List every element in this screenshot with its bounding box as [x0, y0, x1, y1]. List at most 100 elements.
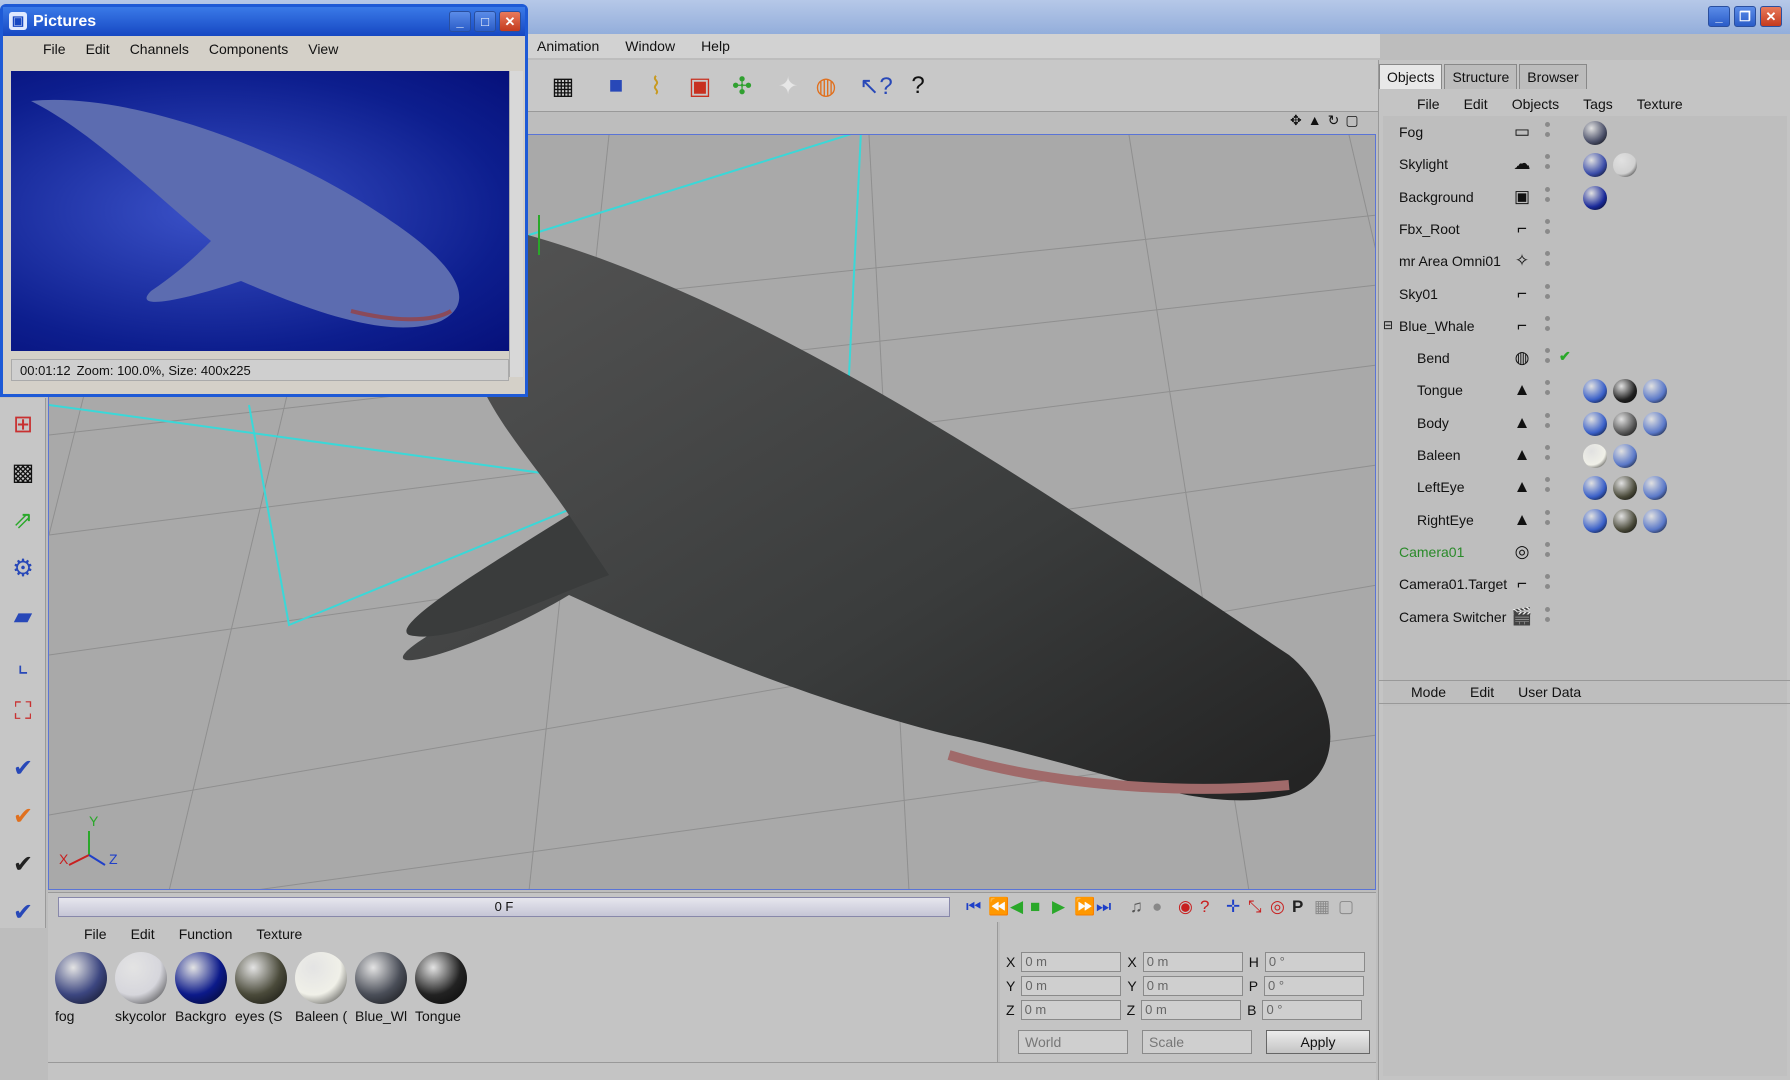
mm-edit-menu[interactable]: Edit — [131, 926, 155, 942]
play-icon[interactable]: ▶ — [1052, 897, 1065, 917]
pic-view-menu[interactable]: View — [308, 41, 338, 57]
rotation-field[interactable]: 0 ° — [1262, 1000, 1363, 1020]
goto-end-icon[interactable]: ⏭ — [1096, 897, 1111, 917]
help-icon[interactable]: ? — [900, 68, 936, 104]
pic-file-menu[interactable]: File — [43, 41, 66, 57]
sound-icon[interactable]: ♫ — [1130, 897, 1143, 917]
texture-tag-icon[interactable] — [1583, 153, 1607, 178]
om-tags-menu[interactable]: Tags — [1583, 96, 1613, 112]
texture-tag-icon[interactable] — [1613, 153, 1637, 178]
texture-tag-icon[interactable] — [1583, 444, 1607, 468]
workplane-icon[interactable]: ✔ — [5, 894, 41, 930]
am-mode-menu[interactable]: Mode — [1411, 684, 1446, 700]
tab-browser[interactable]: Browser — [1519, 64, 1587, 89]
apply-button[interactable]: Apply — [1266, 1030, 1370, 1054]
autokey-icon[interactable]: ◉ — [1178, 897, 1193, 917]
menu-animation[interactable]: Animation — [537, 38, 599, 54]
om-texture-menu[interactable]: Texture — [1637, 96, 1683, 112]
pic-edit-menu[interactable]: Edit — [86, 41, 110, 57]
visibility-dots[interactable] — [1545, 380, 1551, 400]
rotation-field[interactable]: 0 ° — [1264, 976, 1365, 996]
pictures-window[interactable]: ▣ Pictures _ □ ✕ File Edit Channels Comp… — [0, 4, 528, 397]
position-field[interactable]: 0 m — [1021, 976, 1122, 996]
render-settings-icon[interactable]: ▦ — [545, 68, 581, 104]
zoom-view-icon[interactable]: ▲ — [1308, 112, 1322, 134]
stop-icon[interactable]: ■ — [1030, 897, 1040, 917]
texture-tag-icon[interactable] — [1613, 508, 1637, 533]
deformer-icon[interactable]: ◍ — [808, 68, 844, 104]
visibility-dots[interactable] — [1545, 606, 1551, 627]
object-row[interactable]: Fog ▭ — [1383, 118, 1783, 146]
collapse-icon[interactable]: ⊟ — [1383, 318, 1393, 332]
object-row[interactable]: Body ▲ — [1383, 409, 1783, 437]
visibility-dots[interactable] — [1545, 218, 1551, 239]
move-view-icon[interactable]: ✥ — [1290, 112, 1302, 134]
restore-icon[interactable]: ❐ — [1734, 6, 1756, 27]
rotation-field[interactable]: 0 ° — [1264, 952, 1365, 972]
pictures-maximize-icon[interactable]: □ — [474, 11, 496, 32]
model-mode-icon[interactable]: ⊞ — [5, 406, 41, 442]
pla-key-icon[interactable]: ▦ — [1314, 897, 1330, 917]
material-item[interactable]: skycolor — [112, 952, 170, 1024]
visibility-dots[interactable] — [1545, 315, 1551, 336]
texture-tag-icon[interactable] — [1583, 379, 1607, 404]
array-icon[interactable]: ✣ — [724, 68, 760, 104]
mm-file-menu[interactable]: File — [84, 926, 107, 942]
material-item[interactable]: eyes (S — [232, 952, 290, 1024]
position-field[interactable]: 0 m — [1020, 1000, 1121, 1020]
cube-icon[interactable]: ■ — [598, 68, 634, 104]
texture-tag-icon[interactable] — [1583, 121, 1607, 145]
key-help-icon[interactable]: ? — [1200, 897, 1209, 917]
material-item[interactable]: Blue_Wl — [352, 952, 410, 1024]
points-mode-icon[interactable]: ⚙ — [5, 550, 41, 586]
object-row[interactable]: Baleen ▲ — [1383, 441, 1783, 469]
texture-tag-icon[interactable] — [1613, 444, 1637, 468]
am-userdata-menu[interactable]: User Data — [1518, 684, 1581, 700]
object-axis-icon[interactable]: ✔ — [5, 798, 41, 834]
visibility-dots[interactable] — [1545, 574, 1551, 594]
rotate-key-icon[interactable]: ◎ — [1270, 897, 1285, 917]
menu-window[interactable]: Window — [625, 38, 675, 54]
pictures-title-bar[interactable]: ▣ Pictures _ □ ✕ — [3, 7, 525, 36]
polygons-mode-icon[interactable]: ⌞ — [5, 646, 41, 682]
object-row[interactable]: Camera01.Target ⌐ — [1383, 570, 1783, 598]
pic-components-menu[interactable]: Components — [209, 41, 288, 57]
scene-light-icon[interactable]: ✦ — [770, 68, 806, 104]
visibility-dots[interactable] — [1545, 509, 1551, 530]
texture-tag-icon[interactable] — [1643, 476, 1667, 501]
material-item[interactable]: Tongue — [412, 952, 470, 1024]
record-icon[interactable]: ● — [1152, 897, 1162, 917]
scale-key-icon[interactable]: ⤡ — [1248, 897, 1262, 917]
tab-structure[interactable]: Structure — [1444, 64, 1518, 89]
object-row[interactable]: mr Area Omni01 ✧ — [1383, 247, 1783, 275]
texture-axis-icon[interactable]: ⇗ — [5, 502, 41, 538]
object-row[interactable]: LeftEye ▲ — [1383, 473, 1783, 501]
visibility-dots[interactable] — [1545, 283, 1551, 304]
key-settings-icon[interactable]: ▢ — [1338, 897, 1354, 917]
object-row[interactable]: Camera Switcher 🎬 — [1383, 603, 1783, 631]
edges-mode-icon[interactable]: ▰ — [5, 598, 41, 634]
object-row[interactable]: Blue_Whale ⌐ ⊟ — [1383, 312, 1783, 340]
enable-axis-icon[interactable]: ✔ — [5, 750, 41, 786]
rotate-view-icon[interactable]: ↻ — [1328, 112, 1340, 134]
prev-key-icon[interactable]: ⏪ — [988, 897, 1009, 917]
am-edit-menu[interactable]: Edit — [1470, 684, 1494, 700]
minimize-icon[interactable]: _ — [1708, 6, 1730, 27]
visibility-dots[interactable] — [1545, 412, 1551, 433]
material-item[interactable]: Backgro — [172, 952, 230, 1024]
mm-function-menu[interactable]: Function — [179, 926, 233, 942]
next-key-icon[interactable]: ⏩ — [1074, 897, 1095, 917]
visibility-dots[interactable] — [1545, 251, 1551, 271]
size-field[interactable]: 0 m — [1142, 976, 1243, 996]
param-key-icon[interactable]: P — [1292, 897, 1303, 917]
menu-help[interactable]: Help — [701, 38, 730, 54]
object-row[interactable]: Fbx_Root ⌐ — [1383, 215, 1783, 243]
goto-start-icon[interactable]: ⏮ — [966, 897, 981, 917]
texture-tag-icon[interactable] — [1583, 185, 1607, 210]
pictures-scrollbar[interactable] — [509, 71, 523, 377]
object-row[interactable]: Bend ◍ ✔ — [1383, 344, 1783, 372]
close-icon[interactable]: ✕ — [1760, 6, 1782, 27]
visibility-dots[interactable] — [1545, 541, 1551, 562]
coord-mode-select[interactable]: World — [1018, 1030, 1128, 1054]
animation-mode-icon[interactable]: ⛶ — [5, 694, 41, 730]
